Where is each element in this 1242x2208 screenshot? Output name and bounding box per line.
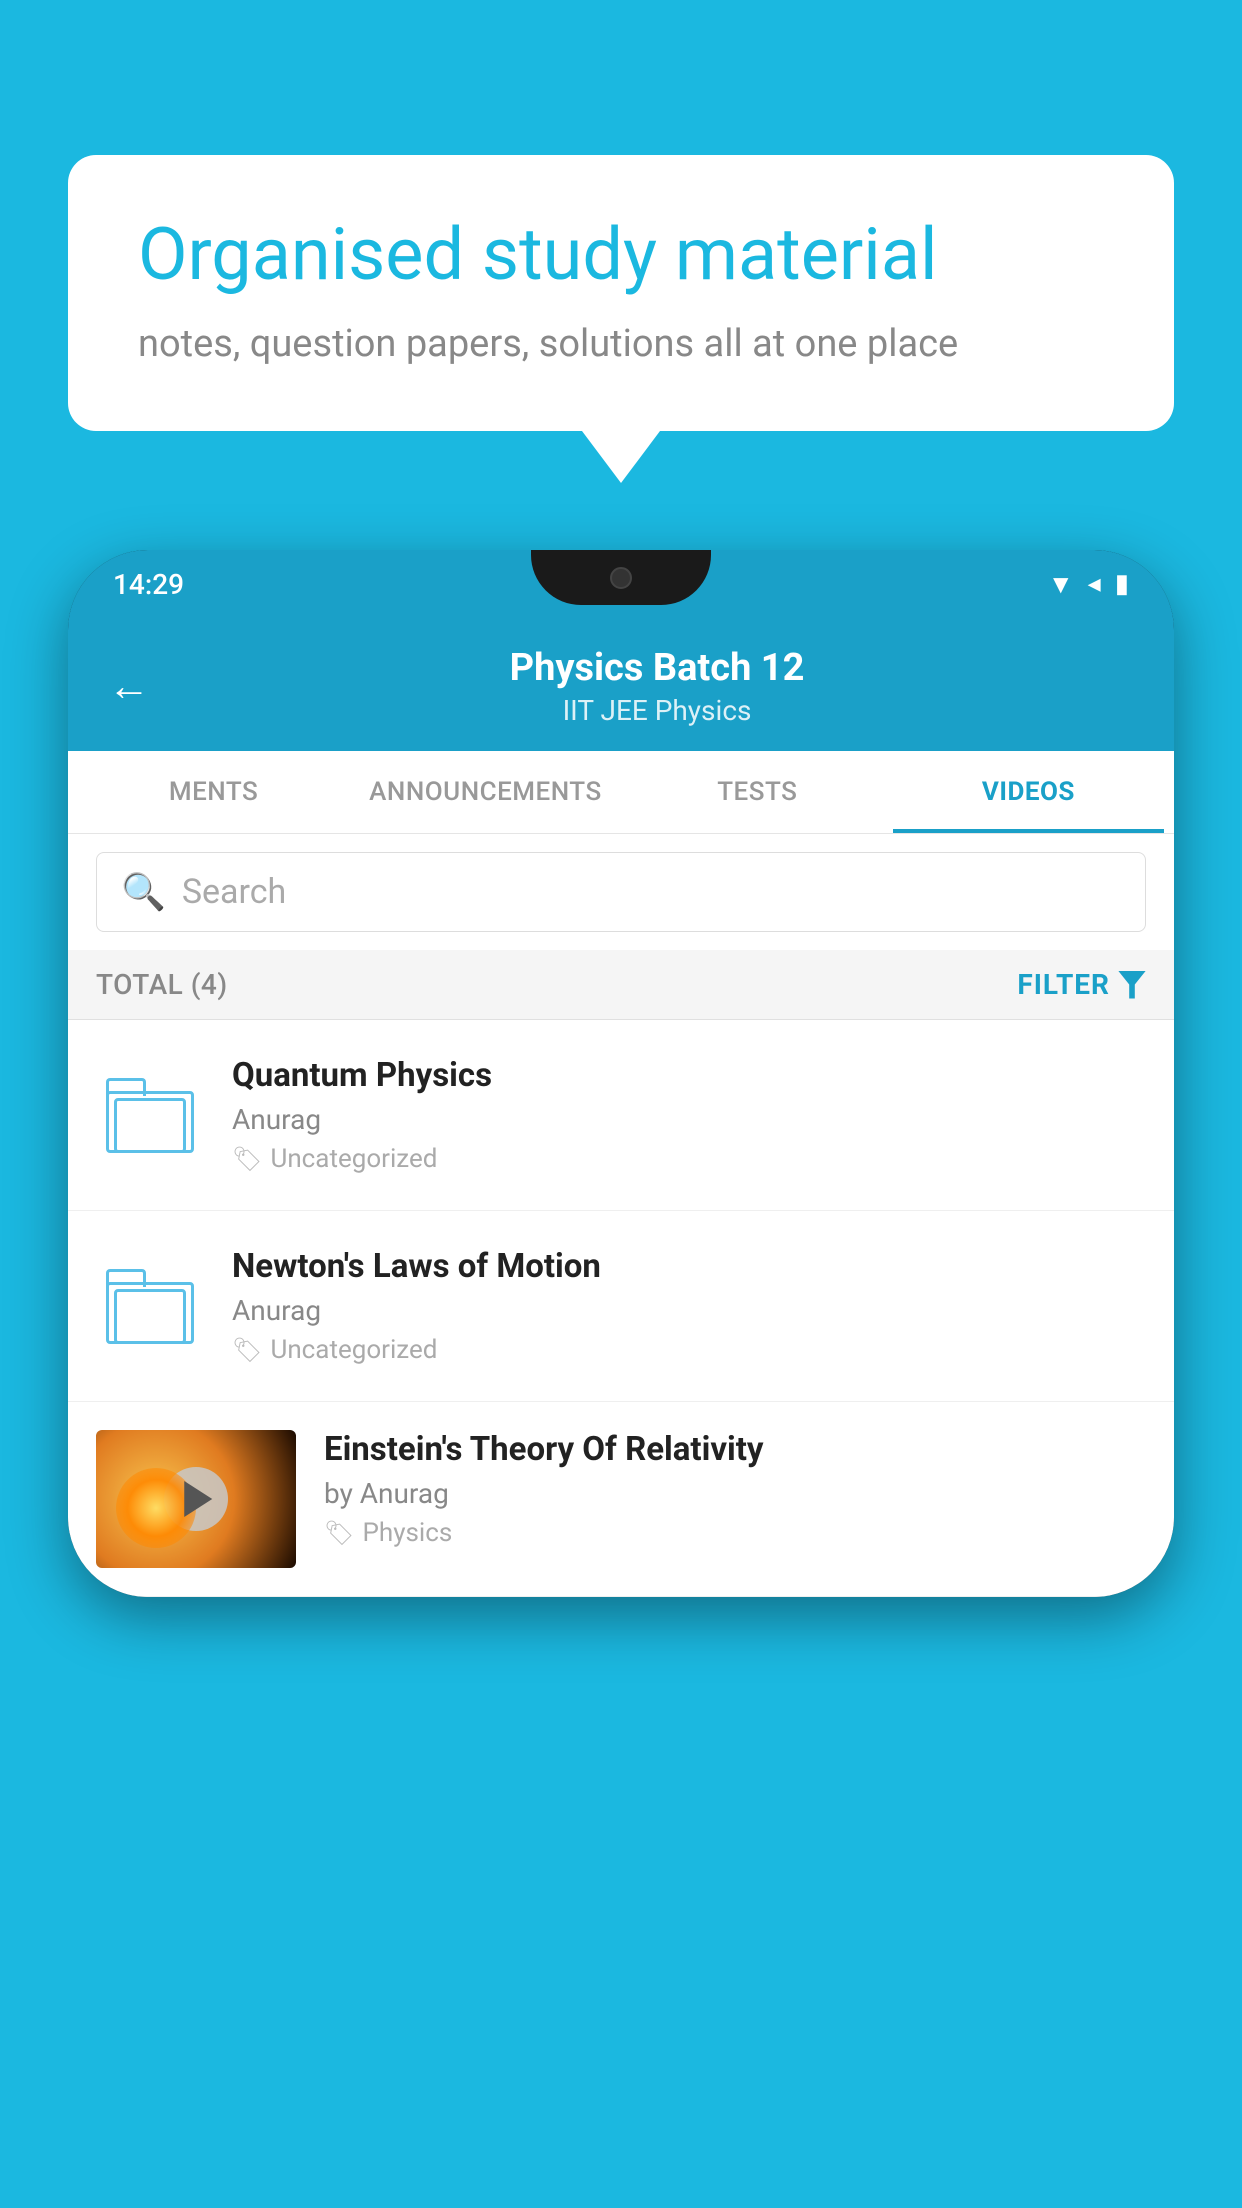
tabs-bar: MENTS ANNOUNCEMENTS TESTS VIDEOS bbox=[68, 751, 1174, 834]
folder-tab bbox=[106, 1078, 146, 1096]
video-title-1: Quantum Physics bbox=[232, 1056, 1146, 1095]
video-title-2: Newton's Laws of Motion bbox=[232, 1247, 1146, 1286]
video-tag-2: 🏷 Uncategorized bbox=[232, 1335, 1146, 1365]
einstein-author: by Anurag bbox=[324, 1477, 1146, 1510]
status-time: 14:29 bbox=[113, 568, 184, 601]
wifi-icon: ▼ bbox=[1048, 569, 1074, 600]
video-info-1: Quantum Physics Anurag 🏷 Uncategorized bbox=[232, 1056, 1146, 1174]
status-icons: ▼ ◂ ▮ bbox=[1048, 569, 1129, 600]
tab-videos[interactable]: VIDEOS bbox=[893, 751, 1164, 833]
signal-icon: ◂ bbox=[1088, 569, 1101, 599]
phone-wrapper: 14:29 ▼ ◂ ▮ ← Physics Batch 12 IIT JEE P… bbox=[68, 550, 1174, 2208]
filter-label: FILTER bbox=[1017, 968, 1110, 1001]
tag-icon: 🏷 bbox=[232, 1336, 262, 1364]
speech-bubble: Organised study material notes, question… bbox=[68, 155, 1174, 431]
filter-bar: TOTAL (4) FILTER bbox=[68, 950, 1174, 1020]
total-count: TOTAL (4) bbox=[96, 968, 228, 1001]
folder-front bbox=[114, 1289, 186, 1344]
list-item[interactable]: Einstein's Theory Of Relativity by Anura… bbox=[68, 1402, 1174, 1597]
video-thumbnail-3 bbox=[96, 1430, 296, 1568]
status-bar: 14:29 ▼ ◂ ▮ bbox=[68, 550, 1174, 618]
video-author-2: Anurag bbox=[232, 1294, 1146, 1327]
play-icon bbox=[184, 1481, 212, 1517]
einstein-title: Einstein's Theory Of Relativity bbox=[324, 1430, 1146, 1469]
notch bbox=[531, 550, 711, 605]
folder-thumbnail-2 bbox=[96, 1252, 204, 1360]
folder-icon bbox=[106, 1078, 194, 1153]
list-item[interactable]: Quantum Physics Anurag 🏷 Uncategorized bbox=[68, 1020, 1174, 1211]
einstein-info: Einstein's Theory Of Relativity by Anura… bbox=[324, 1430, 1146, 1548]
video-tag-1: 🏷 Uncategorized bbox=[232, 1144, 1146, 1174]
einstein-tag-label: Physics bbox=[362, 1518, 452, 1548]
tab-ments[interactable]: MENTS bbox=[78, 751, 349, 833]
tab-announcements[interactable]: ANNOUNCEMENTS bbox=[349, 751, 622, 833]
battery-icon: ▮ bbox=[1115, 569, 1129, 599]
einstein-tag: 🏷 Physics bbox=[324, 1518, 1146, 1548]
folder-icon bbox=[106, 1269, 194, 1344]
search-input-wrapper[interactable]: 🔍 Search bbox=[96, 852, 1146, 932]
filter-funnel-icon bbox=[1118, 971, 1146, 999]
search-placeholder: Search bbox=[182, 872, 286, 912]
folder-tab bbox=[106, 1269, 146, 1287]
tag-label-1: Uncategorized bbox=[270, 1144, 437, 1174]
filter-button[interactable]: FILTER bbox=[1017, 968, 1146, 1001]
video-info-2: Newton's Laws of Motion Anurag 🏷 Uncateg… bbox=[232, 1247, 1146, 1365]
tag-icon: 🏷 bbox=[232, 1145, 262, 1173]
camera bbox=[610, 567, 632, 589]
folder-thumbnail-1 bbox=[96, 1061, 204, 1169]
speech-bubble-container: Organised study material notes, question… bbox=[68, 155, 1174, 431]
header-title-area: Physics Batch 12 IIT JEE Physics bbox=[180, 646, 1134, 727]
folder-front bbox=[114, 1098, 186, 1153]
search-area: 🔍 Search bbox=[68, 834, 1174, 950]
bubble-subtitle: notes, question papers, solutions all at… bbox=[138, 322, 1104, 366]
bubble-title: Organised study material bbox=[138, 215, 1104, 294]
video-author-1: Anurag bbox=[232, 1103, 1146, 1136]
phone-device: 14:29 ▼ ◂ ▮ ← Physics Batch 12 IIT JEE P… bbox=[68, 550, 1174, 1597]
back-button[interactable]: ← bbox=[108, 666, 150, 708]
list-item[interactable]: Newton's Laws of Motion Anurag 🏷 Uncateg… bbox=[68, 1211, 1174, 1402]
tag-icon: 🏷 bbox=[324, 1519, 354, 1547]
video-list: Quantum Physics Anurag 🏷 Uncategorized bbox=[68, 1020, 1174, 1597]
search-icon: 🔍 bbox=[121, 871, 166, 913]
batch-subtitle: IIT JEE Physics bbox=[180, 694, 1134, 727]
tab-tests[interactable]: TESTS bbox=[622, 751, 893, 833]
app-header: ← Physics Batch 12 IIT JEE Physics bbox=[68, 618, 1174, 751]
batch-title: Physics Batch 12 bbox=[180, 646, 1134, 690]
tag-label-2: Uncategorized bbox=[270, 1335, 437, 1365]
